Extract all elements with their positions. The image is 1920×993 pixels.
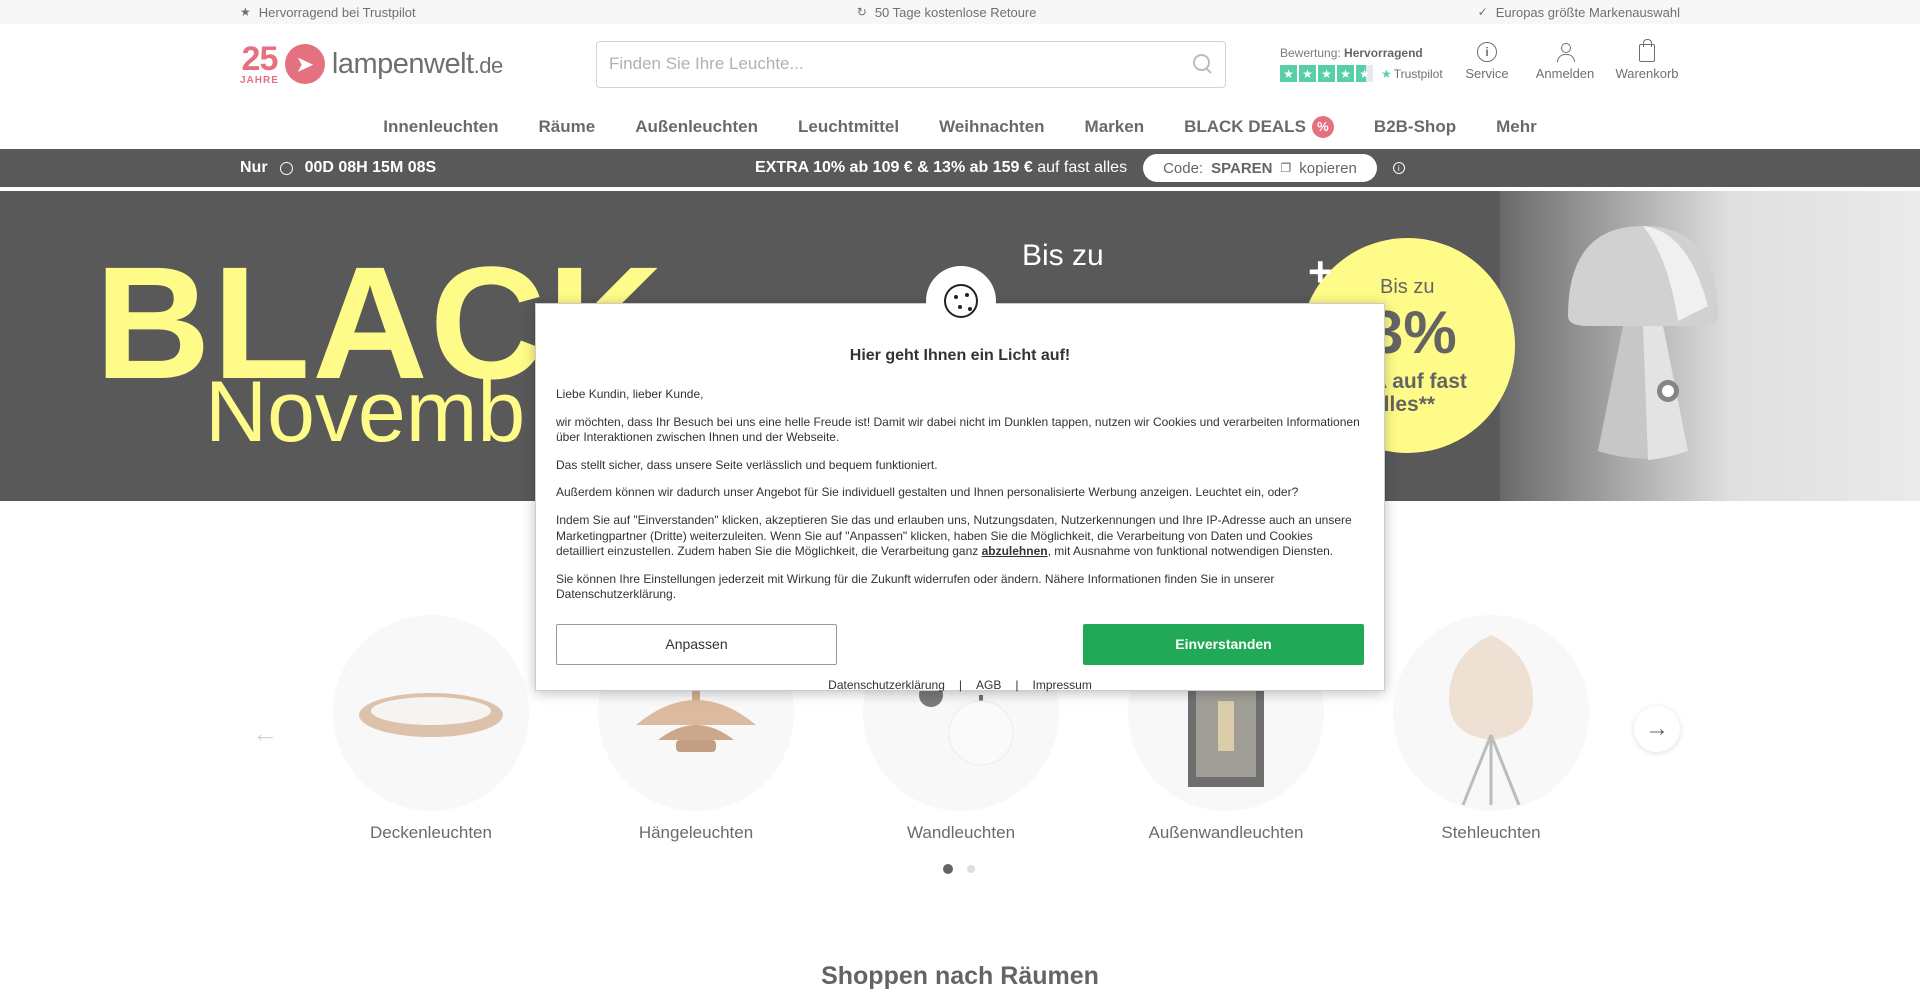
link-divider: | (958, 677, 963, 692)
cookie-title: Hier geht Ihnen ein Licht auf! (849, 347, 1071, 364)
imprint-link[interactable]: Impressum (1032, 678, 1091, 692)
privacy-link[interactable]: Datenschutzerklärung (828, 678, 945, 692)
cookie-buttons: Anpassen Einverstanden (556, 623, 1364, 665)
cookie-p4-end: , mit Ausnahme von funktional notwendige… (1047, 544, 1334, 559)
customize-button[interactable]: Anpassen (556, 623, 837, 665)
cookie-paragraph: Sie können Ihre Einstellungen jederzeit … (556, 571, 1275, 602)
cookie-links: Datenschutzerklärung | AGB | Impressum (556, 678, 1364, 692)
cookie-paragraph: Indem Sie auf "Einverstanden" klicken, a… (556, 513, 1364, 560)
cookie-paragraph: wir möchten, dass Ihr Besuch bei uns ein… (556, 414, 1360, 445)
cookie-paragraph: Außerdem können wir dadurch unser Angebo… (556, 485, 1299, 500)
accept-button[interactable]: Einverstanden (1083, 623, 1364, 665)
cookie-paragraph: Das stellt sicher, dass unsere Seite ver… (556, 457, 938, 472)
cookie-consent-dialog: Hier geht Ihnen ein Licht auf! Liebe Kun… (535, 266, 1385, 692)
cookie-greeting: Liebe Kundin, lieber Kunde, (556, 387, 704, 401)
link-divider: | (1015, 677, 1019, 692)
cookie-icon (926, 266, 996, 336)
reject-link[interactable]: abzulehnen (982, 544, 1048, 558)
agb-link[interactable]: AGB (976, 678, 1001, 692)
